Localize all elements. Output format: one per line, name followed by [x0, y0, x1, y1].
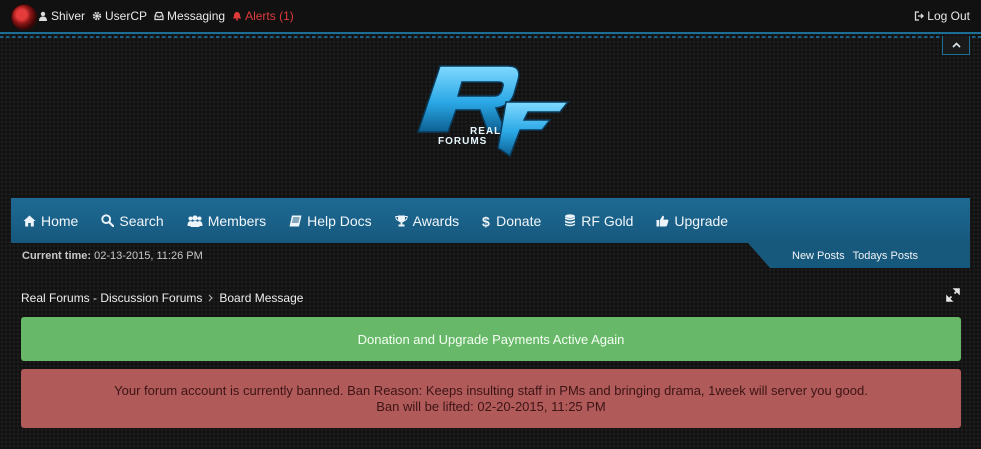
ban-reason-text: Your forum account is currently banned. …: [114, 382, 868, 398]
home-icon: [23, 215, 36, 226]
announcement-notice: Donation and Upgrade Payments Active Aga…: [21, 317, 961, 361]
gear-icon: [92, 11, 102, 21]
site-logo[interactable]: REAL FORUMS: [410, 58, 572, 162]
nav-awards-label: Awards: [412, 212, 460, 229]
nav-home-label: Home: [41, 212, 79, 229]
ban-lift-text: Ban will be lifted: 02-20-2015, 11:25 PM: [376, 398, 606, 414]
nav-donate[interactable]: $ Donate: [482, 213, 541, 229]
user-links: Shiver UserCP Messaging Alerts (1): [38, 9, 301, 23]
coins-icon: [565, 214, 576, 227]
top-bar-border: [0, 36, 981, 38]
expand-icon[interactable]: [946, 288, 960, 302]
bell-icon: [233, 12, 242, 21]
alerts-link[interactable]: Alerts (1): [232, 9, 294, 23]
logout-link[interactable]: Log Out: [914, 9, 970, 23]
avatar[interactable]: [11, 4, 37, 30]
alerts-label: Alerts (1): [245, 9, 294, 23]
usercp-link[interactable]: UserCP: [92, 9, 147, 23]
nav-awards[interactable]: Awards: [394, 212, 460, 229]
nav-upgrade[interactable]: Upgrade: [656, 213, 728, 229]
top-bar: Shiver UserCP Messaging Alerts (1) Log O…: [0, 0, 981, 38]
sub-bar: Current time: 02-13-2015, 11:26 PM New P…: [11, 243, 970, 268]
nav-members[interactable]: Members: [187, 213, 266, 229]
collapse-header-button[interactable]: [942, 36, 970, 55]
trophy-icon: [394, 215, 408, 226]
breadcrumb-root[interactable]: Real Forums - Discussion Forums: [21, 291, 202, 305]
nav-home[interactable]: Home: [23, 213, 78, 229]
nav-search[interactable]: Search: [101, 212, 164, 229]
todays-posts-link[interactable]: Todays Posts: [853, 250, 918, 262]
usercp-label: UserCP: [105, 9, 148, 23]
thumbs-up-icon: [656, 215, 669, 226]
nav-upgrade-label: Upgrade: [674, 212, 729, 229]
dollar-icon: $: [482, 214, 490, 228]
logo-text-forums: FORUMS: [438, 136, 487, 147]
chevron-up-icon: [951, 42, 961, 48]
real-forums-logo: REAL FORUMS: [416, 65, 570, 158]
chevron-right-icon: [208, 294, 214, 302]
book-icon: [289, 215, 302, 226]
main-nav: Home Search Members Help Docs Awards $ D…: [11, 198, 970, 243]
logout-label: Log Out: [927, 9, 970, 23]
nav-search-label: Search: [119, 212, 164, 229]
svg-text:$: $: [482, 214, 490, 228]
current-time: Current time: 02-13-2015, 11:26 PM: [22, 250, 203, 262]
nav-members-label: Members: [207, 212, 267, 229]
nav-help-docs[interactable]: Help Docs: [289, 213, 372, 229]
messaging-link[interactable]: Messaging: [154, 9, 225, 23]
announcement-text: Donation and Upgrade Payments Active Aga…: [357, 331, 625, 347]
nav-rf-gold-label: RF Gold: [581, 212, 634, 229]
messaging-label: Messaging: [167, 9, 226, 23]
user-icon: [39, 11, 47, 21]
breadcrumb-current[interactable]: Board Message: [219, 291, 303, 305]
new-posts-link[interactable]: New Posts: [792, 250, 845, 262]
sign-out-icon: [915, 11, 925, 21]
nav-donate-label: Donate: [496, 212, 542, 229]
username-label: Shiver: [51, 9, 86, 23]
users-icon: [187, 214, 203, 227]
nav-rf-gold[interactable]: RF Gold: [564, 213, 633, 229]
nav-help-docs-label: Help Docs: [307, 212, 372, 229]
current-time-value: 02-13-2015, 11:26 PM: [94, 250, 203, 262]
inbox-icon: [154, 11, 164, 21]
quick-links: New Posts Todays Posts: [784, 250, 918, 262]
current-time-label: Current time:: [22, 250, 92, 262]
profile-link[interactable]: Shiver: [38, 9, 85, 23]
breadcrumb: Real Forums - Discussion Forums Board Me…: [21, 291, 303, 305]
search-icon: [101, 214, 115, 227]
ban-notice: Your forum account is currently banned. …: [21, 369, 961, 428]
